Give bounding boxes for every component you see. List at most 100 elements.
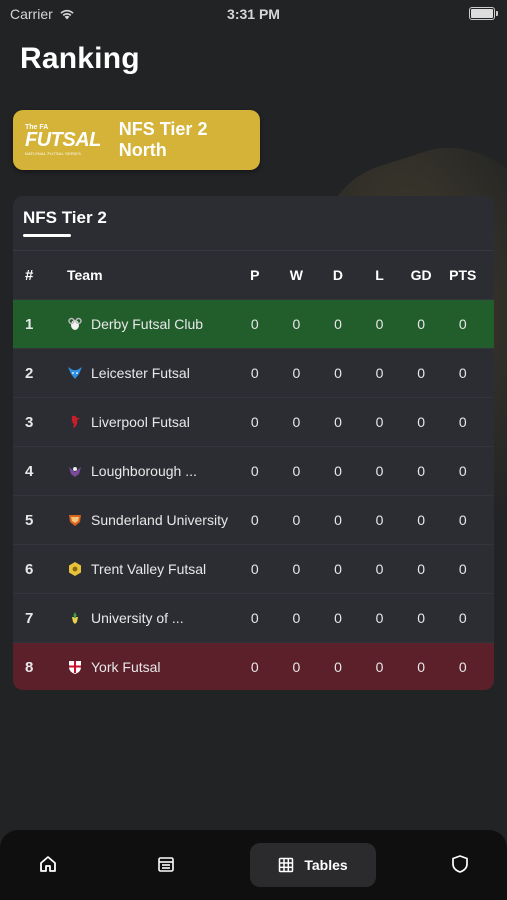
hexagon-crest-icon xyxy=(67,561,83,577)
row-position: 2 xyxy=(25,364,34,382)
bottom-tab-bar: Tables xyxy=(0,830,507,900)
row-drawn: 0 xyxy=(334,414,342,430)
row-position: 3 xyxy=(25,413,34,431)
liver-bird-crest-icon xyxy=(67,414,83,430)
row-goal-difference: 0 xyxy=(417,659,426,675)
row-points: 0 xyxy=(458,561,467,577)
row-played: 0 xyxy=(250,610,259,626)
row-points: 0 xyxy=(458,610,467,626)
tab-indicator xyxy=(23,234,71,237)
row-points: 0 xyxy=(458,414,467,430)
table-row[interactable]: 7 University of ... 0 0 0 0 0 0 xyxy=(13,593,494,642)
row-drawn: 0 xyxy=(334,610,342,626)
row-goal-difference: 0 xyxy=(417,365,426,381)
row-position: 1 xyxy=(25,315,34,333)
row-won: 0 xyxy=(292,316,301,332)
row-drawn: 0 xyxy=(334,512,342,528)
row-goal-difference: 0 xyxy=(417,316,426,332)
table-row[interactable]: 3 Liverpool Futsal 0 0 0 0 0 0 xyxy=(13,397,494,446)
tab-tables-label: Tables xyxy=(304,857,348,873)
row-goal-difference: 0 xyxy=(417,561,426,577)
row-position: 8 xyxy=(25,658,34,676)
table-row[interactable]: 1 Derby Futsal Club 0 0 0 0 0 0 xyxy=(13,299,494,348)
row-won: 0 xyxy=(292,659,301,675)
row-played: 0 xyxy=(250,659,259,675)
row-team-name: Leicester Futsal xyxy=(91,365,190,381)
row-lost: 0 xyxy=(375,463,384,479)
row-lost: 0 xyxy=(375,365,384,381)
table-row[interactable]: 8 York Futsal 0 0 0 0 0 0 xyxy=(13,642,494,690)
row-points: 0 xyxy=(458,316,467,332)
row-lost: 0 xyxy=(375,512,384,528)
row-goal-difference: 0 xyxy=(417,512,426,528)
row-lost: 0 xyxy=(375,610,384,626)
status-time: 3:31 PM xyxy=(227,6,280,22)
row-played: 0 xyxy=(250,316,259,332)
row-team-name: University of ... xyxy=(91,610,184,626)
header-lost: L xyxy=(375,267,384,283)
row-played: 0 xyxy=(250,561,259,577)
header-goal-difference: GD xyxy=(410,267,432,283)
row-drawn: 0 xyxy=(334,659,342,675)
status-bar: Carrier 3:31 PM xyxy=(0,0,507,28)
row-team-name: Sunderland University xyxy=(91,512,228,528)
table-row[interactable]: 4 Loughborough ... 0 0 0 0 0 0 xyxy=(13,446,494,495)
table-row[interactable]: 2 Leicester Futsal 0 0 0 0 0 0 xyxy=(13,348,494,397)
row-position: 6 xyxy=(25,560,34,578)
tab-tables[interactable]: Tables xyxy=(250,843,376,887)
fa-futsal-logo: The FA FUTSAL NATIONAL FUTSAL SERIES xyxy=(25,124,101,156)
row-goal-difference: 0 xyxy=(417,414,426,430)
table-title[interactable]: NFS Tier 2 xyxy=(23,208,107,228)
table-grid-icon xyxy=(279,857,294,873)
tab-home[interactable] xyxy=(36,852,60,876)
tab-clubs[interactable] xyxy=(448,852,472,876)
header-played: P xyxy=(250,267,260,283)
row-drawn: 0 xyxy=(334,463,342,479)
header-pos: # xyxy=(25,266,34,284)
row-team-name: Liverpool Futsal xyxy=(91,414,190,430)
row-played: 0 xyxy=(250,365,259,381)
row-goal-difference: 0 xyxy=(417,463,426,479)
row-won: 0 xyxy=(292,414,301,430)
row-position: 4 xyxy=(25,462,34,480)
row-played: 0 xyxy=(250,512,259,528)
york-shield-crest-icon xyxy=(67,659,83,675)
header-won: W xyxy=(289,267,303,283)
row-lost: 0 xyxy=(375,414,384,430)
header-drawn: D xyxy=(332,267,344,283)
fox-crest-icon xyxy=(67,365,83,381)
row-points: 0 xyxy=(458,463,467,479)
row-won: 0 xyxy=(292,561,301,577)
table-row[interactable]: 5 Sunderland University 0 0 0 0 0 0 xyxy=(13,495,494,544)
league-selector[interactable]: The FA FUTSAL NATIONAL FUTSAL SERIES NFS… xyxy=(13,110,260,170)
home-icon xyxy=(40,856,56,872)
ram-crest-icon xyxy=(67,316,83,332)
row-won: 0 xyxy=(292,610,301,626)
row-team-name: York Futsal xyxy=(91,659,161,675)
row-lost: 0 xyxy=(375,561,384,577)
row-points: 0 xyxy=(458,659,467,675)
row-won: 0 xyxy=(292,365,301,381)
row-team-name: Loughborough ... xyxy=(91,463,197,479)
loughborough-crest-icon xyxy=(67,463,83,479)
table-row[interactable]: 6 Trent Valley Futsal 0 0 0 0 0 0 xyxy=(13,544,494,593)
row-goal-difference: 0 xyxy=(417,610,426,626)
league-name: NFS Tier 2 North xyxy=(118,119,208,160)
calendar-icon xyxy=(158,857,174,872)
table-header: # Team P W D L GD PTS xyxy=(13,251,494,299)
row-lost: 0 xyxy=(375,659,384,675)
tab-fixtures[interactable] xyxy=(154,852,178,876)
row-won: 0 xyxy=(292,463,301,479)
row-position: 7 xyxy=(25,609,34,627)
row-position: 5 xyxy=(25,511,34,529)
row-drawn: 0 xyxy=(334,365,342,381)
header-points: PTS xyxy=(449,267,477,283)
row-points: 0 xyxy=(458,365,467,381)
row-lost: 0 xyxy=(375,316,384,332)
row-team-name: Derby Futsal Club xyxy=(91,316,204,332)
row-team-name: Trent Valley Futsal xyxy=(91,561,207,577)
shield-icon xyxy=(452,855,468,873)
row-drawn: 0 xyxy=(334,561,342,577)
row-points: 0 xyxy=(458,512,467,528)
row-won: 0 xyxy=(292,512,301,528)
